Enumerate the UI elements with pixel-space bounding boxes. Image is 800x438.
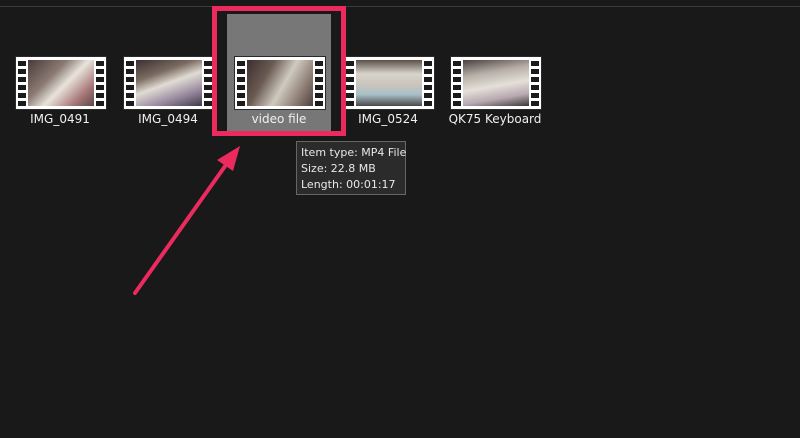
file-item-qk75-keyboard[interactable]: QK75 Keyboard bbox=[443, 14, 547, 132]
file-label: QK75 Keyboard bbox=[448, 112, 542, 126]
tooltip-size: Size: 22.8 MB bbox=[301, 162, 376, 175]
highlight-annotation-box bbox=[212, 6, 346, 136]
file-label: IMG_0494 bbox=[138, 112, 198, 126]
file-label: IMG_0491 bbox=[30, 112, 90, 126]
file-label: IMG_0524 bbox=[358, 112, 418, 126]
file-item-img-0494[interactable]: IMG_0494 bbox=[116, 14, 220, 132]
video-thumbnail bbox=[450, 56, 542, 110]
tooltip-item-type: Item type: MP4 File bbox=[301, 146, 407, 159]
top-divider bbox=[0, 6, 800, 7]
video-thumbnail bbox=[15, 56, 107, 110]
file-item-img-0491[interactable]: IMG_0491 bbox=[8, 14, 112, 132]
file-info-tooltip: Item type: MP4 File Size: 22.8 MB Length… bbox=[296, 141, 406, 195]
video-thumbnail bbox=[343, 56, 435, 110]
file-explorer-view: IMG_0491 IMG_0494 video file IMG_0524 QK… bbox=[0, 0, 800, 438]
tooltip-length: Length: 00:01:17 bbox=[301, 178, 396, 191]
video-thumbnail bbox=[123, 56, 215, 110]
file-item-img-0524[interactable]: IMG_0524 bbox=[336, 14, 440, 132]
